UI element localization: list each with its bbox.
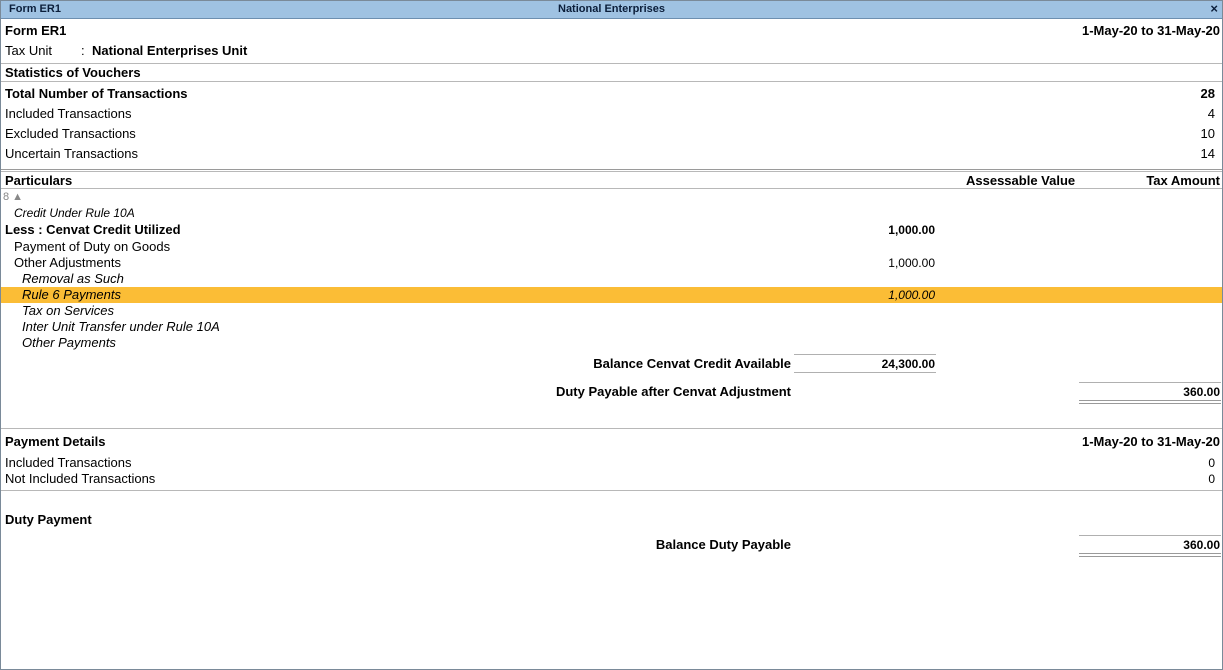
amount-underline (1079, 535, 1221, 536)
balance-duty-payable-label: Balance Duty Payable (655, 537, 791, 552)
header-period[interactable]: 1-May-20 to 31-May-20 (1082, 23, 1220, 38)
uncertain-transactions-value[interactable]: 14 (1201, 146, 1215, 161)
amount-underline (1079, 382, 1221, 383)
payment-not-included-label[interactable]: Not Included Transactions (5, 471, 155, 486)
total-transactions-value[interactable]: 28 (1201, 86, 1215, 101)
tax-unit-separator: : (81, 43, 85, 58)
balance-cenvat-value[interactable]: 24,300.00 (882, 357, 935, 371)
row-rule-6-payments-value[interactable]: 1,000.00 (888, 288, 935, 302)
divider (1, 81, 1222, 82)
row-less-cenvat-label[interactable]: Less : Cenvat Credit Utilized (5, 222, 181, 237)
form-name: Form ER1 (5, 23, 67, 38)
row-other-payments[interactable]: Other Payments (22, 335, 116, 350)
excluded-transactions-value[interactable]: 10 (1201, 126, 1215, 141)
amount-double-underline (1079, 400, 1221, 404)
row-other-adjustments-label[interactable]: Other Adjustments (14, 255, 121, 270)
included-transactions-label[interactable]: Included Transactions (5, 106, 131, 121)
divider (1, 188, 1222, 189)
row-tax-on-services[interactable]: Tax on Services (22, 303, 114, 318)
divider (1, 63, 1222, 64)
amount-underline (794, 372, 936, 373)
scroll-up-indicator[interactable]: 8 ▲ (3, 191, 23, 203)
duty-payable-after-cenvat-label: Duty Payable after Cenvat Adjustment (555, 384, 791, 399)
divider (1, 171, 1222, 172)
divider (1, 428, 1222, 429)
row-inter-unit-transfer[interactable]: Inter Unit Transfer under Rule 10A (22, 319, 220, 334)
included-transactions-value[interactable]: 4 (1208, 106, 1215, 121)
row-removal-as-such[interactable]: Removal as Such (22, 271, 124, 286)
excluded-transactions-label[interactable]: Excluded Transactions (5, 126, 136, 141)
payment-details-title: Payment Details (5, 434, 106, 449)
payment-included-label[interactable]: Included Transactions (5, 455, 131, 470)
column-header-particulars: Particulars (5, 173, 73, 188)
amount-double-underline (1079, 553, 1221, 557)
payment-details-period: 1-May-20 to 31-May-20 (1082, 434, 1220, 449)
payment-included-value[interactable]: 0 (1208, 456, 1215, 470)
selected-row-highlight[interactable] (1, 287, 1222, 303)
row-payment-duty-goods[interactable]: Payment of Duty on Goods (14, 239, 170, 254)
balance-cenvat-label: Balance Cenvat Credit Available (593, 356, 791, 371)
row-rule-6-payments-label[interactable]: Rule 6 Payments (22, 287, 121, 302)
payment-not-included-value[interactable]: 0 (1208, 472, 1215, 486)
row-less-cenvat-value[interactable]: 1,000.00 (888, 223, 935, 237)
duty-payment-title: Duty Payment (5, 512, 92, 527)
tax-unit-label: Tax Unit (5, 43, 52, 58)
amount-underline (794, 354, 936, 355)
column-header-assessable-value: Assessable Value (966, 173, 1076, 188)
divider (1, 169, 1222, 170)
window-title-company: National Enterprises (558, 3, 665, 15)
report-window: Form ER1 National Enterprises × Form ER1… (0, 0, 1223, 670)
uncertain-transactions-label[interactable]: Uncertain Transactions (5, 146, 138, 161)
title-bar: Form ER1 National Enterprises × (1, 1, 1222, 19)
row-other-adjustments-value[interactable]: 1,000.00 (888, 256, 935, 270)
tax-unit-value[interactable]: National Enterprises Unit (92, 43, 247, 58)
duty-payable-after-cenvat-value[interactable]: 360.00 (1183, 385, 1220, 399)
total-transactions-label[interactable]: Total Number of Transactions (5, 86, 188, 101)
column-header-tax-amount: Tax Amount (1146, 173, 1220, 188)
balance-duty-payable-value[interactable]: 360.00 (1183, 538, 1220, 552)
row-credit-rule-10a[interactable]: Credit Under Rule 10A (14, 206, 135, 220)
divider (1, 490, 1222, 491)
stats-title: Statistics of Vouchers (5, 65, 141, 80)
close-icon[interactable]: × (1210, 1, 1218, 16)
